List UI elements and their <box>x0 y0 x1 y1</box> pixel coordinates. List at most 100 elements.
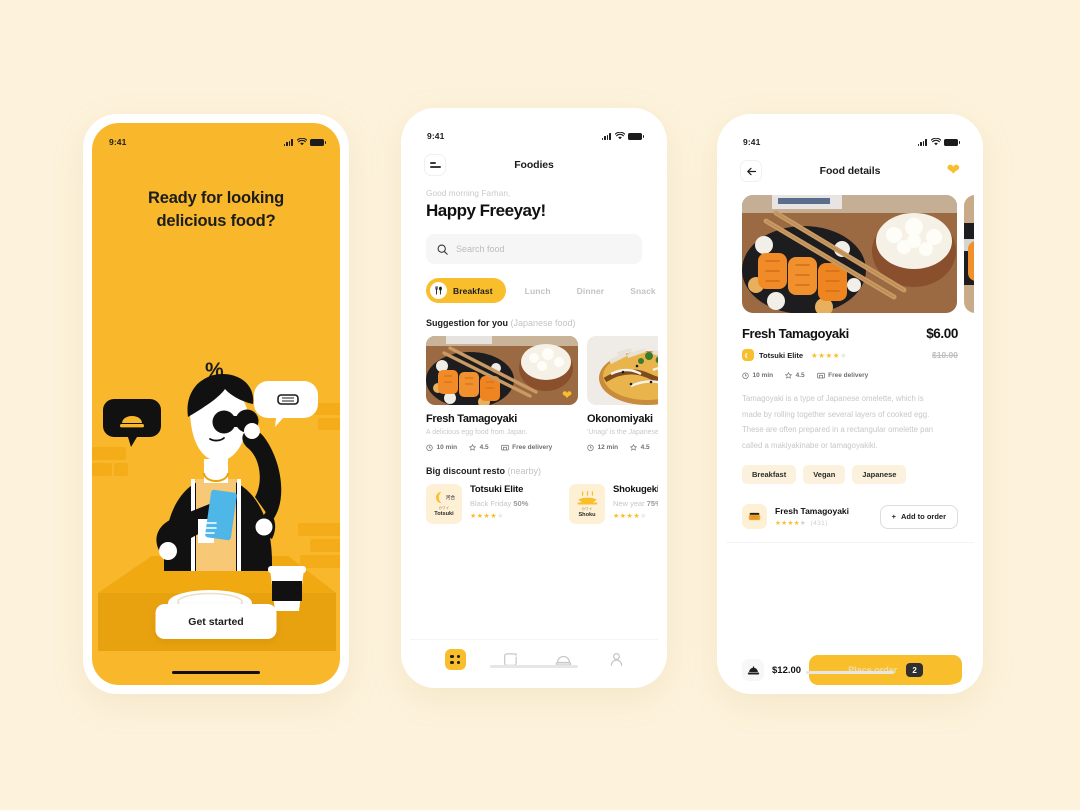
sushi-steam-icon <box>577 490 597 504</box>
get-started-button[interactable]: Get started <box>155 604 277 639</box>
meta-rating: 4.5 <box>785 372 805 379</box>
meta-time: 12 min <box>587 444 618 451</box>
resto-list: 河合 カワイ Totsuki Totsuki Elite Black Frida… <box>410 476 658 524</box>
onboarding-title: Ready for looking delicious food? <box>92 187 340 234</box>
product-title-row: Fresh Tamagoyaki $6.00 <box>726 313 974 341</box>
get-started-label: Get started <box>188 615 244 628</box>
order-item-name: Fresh Tamagoyaki <box>775 506 850 517</box>
tab-dinner[interactable]: Dinner <box>564 286 618 296</box>
favorite-button[interactable]: ❤ <box>947 163 960 179</box>
status-time: 9:41 <box>743 137 761 147</box>
resto-info: Totsuki Elite Black Friday 50% ★★★★★ <box>470 484 528 520</box>
gallery-image-next[interactable] <box>964 195 974 313</box>
favorite-icon[interactable]: ❤ <box>562 389 572 401</box>
star-icon <box>469 444 477 451</box>
resto-stars: ★★★★★ <box>613 513 647 520</box>
meta-time-label: 12 min <box>597 444 619 451</box>
profile-icon <box>610 653 622 666</box>
status-bar: 9:41 <box>92 123 340 153</box>
phone-food-details: 9:41 Food details ❤ Fresh Tamagoyaki $6.… <box>717 114 983 694</box>
star-icon <box>785 372 793 379</box>
status-icons <box>601 132 645 140</box>
suggestion-heading: Suggestion for you (Japanese food) <box>410 303 658 328</box>
order-item-rating: ★★★★★ (431) <box>775 520 828 528</box>
back-button[interactable] <box>740 160 762 182</box>
status-bar: 9:41 <box>410 117 658 147</box>
resto-logo-name: Totsuki <box>434 511 454 517</box>
details-scroll-area[interactable]: Fresh Tamagoyaki $6.00 Totsuki Elite ★★★… <box>726 189 974 645</box>
onboarding-title-line1: Ready for looking <box>148 189 284 207</box>
status-bar: 9:41 <box>726 123 974 153</box>
meta-delivery: Free delivery <box>500 444 552 451</box>
page-title: Foodies <box>514 159 554 171</box>
suggestion-heading-sub: (Japanese food) <box>510 318 576 328</box>
home-indicator <box>172 670 260 674</box>
nav-profile-button[interactable] <box>609 652 624 667</box>
tag-vegan[interactable]: Vegan <box>803 465 846 485</box>
food-card-tamagoyaki[interactable]: ❤ Fresh Tamagoyaki A delicious egg food … <box>426 336 578 451</box>
resto-item-shokugeki[interactable]: カワイ Shoku Shokugeki New year 75% ★★★★★ <box>569 484 658 524</box>
meta-rating-label: 4.5 <box>479 444 489 451</box>
product-meta: 10 min 4.5 Free delivery <box>726 372 974 379</box>
nav-home-button[interactable] <box>444 649 466 670</box>
resto-name: Totsuki Elite <box>470 484 524 495</box>
signal-icon <box>917 139 927 146</box>
food-card-list: ❤ Fresh Tamagoyaki A delicious egg food … <box>410 328 658 451</box>
resto-logo-totsuki: 河合 カワイ Totsuki <box>426 484 462 524</box>
order-item-review-count: (431) <box>810 520 828 528</box>
tamagoyaki-rice-chopsticks-photo <box>426 336 578 405</box>
checkout-bar: $12.00 Place order 2 <box>726 645 974 685</box>
meta-rating-label: 4.5 <box>640 444 650 451</box>
meta-rating: 4.5 <box>630 444 650 451</box>
resto-logo-kana: カワイ <box>438 506 450 510</box>
resto-info: Shokugeki New year 75% ★★★★★ <box>613 484 658 520</box>
bottom-navigation <box>410 639 658 679</box>
discount-heading-sub: (nearby) <box>507 466 542 476</box>
plus-icon: + <box>891 512 896 522</box>
battery-icon <box>628 133 645 140</box>
tamagoyaki-icon <box>742 504 767 530</box>
meta-time-label: 10 min <box>436 444 458 451</box>
food-meta: 12 min 4.5 <box>587 444 658 451</box>
gallery-image-main[interactable] <box>742 195 957 313</box>
tag-breakfast[interactable]: Breakfast <box>742 465 797 485</box>
image-gallery[interactable] <box>726 189 974 313</box>
add-to-order-button[interactable]: + Add to order <box>879 504 958 529</box>
menu-icon <box>429 161 441 169</box>
search-input[interactable]: Search food <box>426 234 642 264</box>
tab-lunch[interactable]: Lunch <box>512 286 564 296</box>
order-item-info: Fresh Tamagoyaki ★★★★★ (431) <box>775 506 849 527</box>
okonomiyaki-photo <box>587 336 658 405</box>
product-name: Fresh Tamagoyaki <box>742 326 849 341</box>
search-placeholder: Search food <box>456 244 505 254</box>
battery-icon <box>944 139 961 146</box>
details-navbar: Food details ❤ <box>726 153 974 189</box>
description-line-2: made by rolling together several layers … <box>742 409 930 419</box>
cart-dome-icon[interactable] <box>742 659 764 681</box>
tab-snack[interactable]: Snack <box>617 286 658 296</box>
food-desc: 'Unagi' is the Japanese wor <box>587 429 658 436</box>
tag-japanese[interactable]: Japanese <box>852 465 907 485</box>
search-icon <box>437 244 448 255</box>
screen-food-details: 9:41 Food details ❤ Fresh Tamagoyaki $6.… <box>726 123 974 685</box>
product-old-price: $10.00 <box>932 350 958 360</box>
food-thumbnail <box>587 336 658 405</box>
discount-heading: Big discount resto (nearby) <box>410 451 658 476</box>
menu-button[interactable] <box>424 154 446 176</box>
resto-item-totsuki[interactable]: 河合 カワイ Totsuki Totsuki Elite Black Frida… <box>426 484 559 524</box>
meta-time: 10 min <box>426 444 457 451</box>
status-icons <box>917 138 961 146</box>
food-card-okonomiyaki[interactable]: Okonomiyaki 'Unagi' is the Japanese wor … <box>587 336 658 451</box>
greeting-subtitle: Good morning Farhan, <box>426 189 511 198</box>
meta-time: 10 min <box>742 372 773 379</box>
home-scroll-area[interactable]: Good morning Farhan, Happy Freeyay! Sear… <box>410 183 658 639</box>
resto-logo-shokugeki: カワイ Shoku <box>569 484 605 524</box>
tab-breakfast-label: Breakfast <box>453 285 493 296</box>
food-name: Okonomiyaki <box>587 413 653 425</box>
tamagoyaki-closeup-photo <box>964 195 974 313</box>
tab-breakfast[interactable]: Breakfast <box>426 278 506 303</box>
moon-kanji-icon: 河合 <box>436 491 455 504</box>
clock-icon <box>426 444 433 451</box>
cart-total: $12.00 <box>772 664 802 676</box>
onboarding-title-line2: delicious food? <box>156 212 276 231</box>
